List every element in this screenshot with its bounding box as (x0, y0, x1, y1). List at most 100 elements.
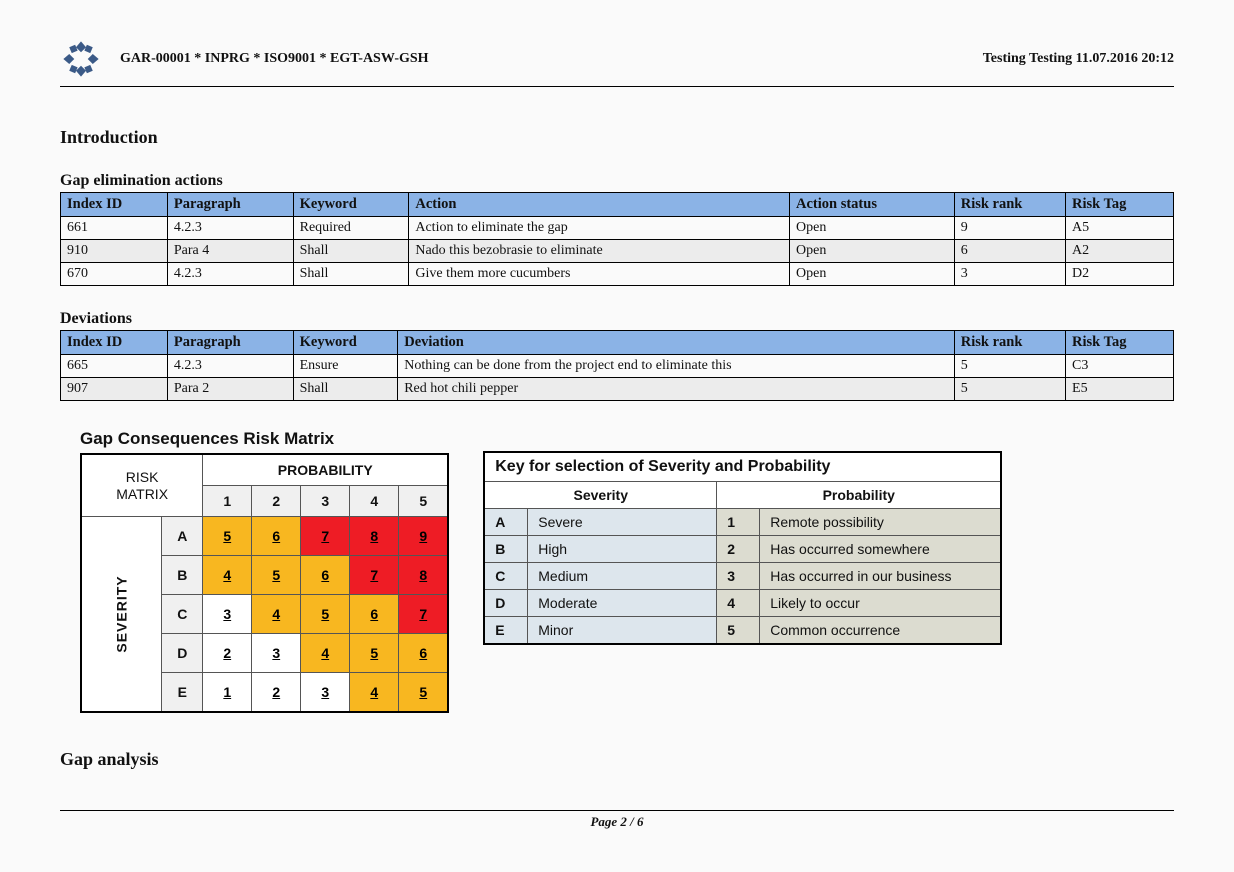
severity-letter: C (484, 563, 528, 590)
table-cell: A2 (1066, 240, 1174, 263)
section-gap-actions: Gap elimination actions (60, 172, 1174, 190)
risk-cell: 8 (350, 517, 399, 556)
severity-column-header: Severity (484, 482, 717, 509)
severity-letter: A (484, 509, 528, 536)
section-gap-analysis: Gap analysis (60, 749, 1174, 770)
column-header: Risk rank (954, 193, 1065, 217)
deviations-table: Index IDParagraphKeywordDeviationRisk ra… (60, 330, 1174, 401)
risk-cell: 4 (203, 556, 252, 595)
column-header: Action (409, 193, 790, 217)
table-cell: 5 (954, 355, 1065, 378)
table-cell: 670 (61, 263, 168, 286)
table-cell: 907 (61, 378, 168, 401)
table-cell: 910 (61, 240, 168, 263)
column-header: Keyword (293, 193, 409, 217)
doc-id-text: GAR-00001 * INPRG * ISO9001 * EGT-ASW-GS… (120, 51, 429, 67)
sev-level-header: A (162, 517, 203, 556)
probability-number: 2 (717, 536, 760, 563)
risk-cell: 5 (203, 517, 252, 556)
key-table: Key for selection of Severity and Probab… (483, 451, 1002, 645)
table-cell: Shall (293, 378, 398, 401)
section-deviations: Deviations (60, 310, 1174, 328)
risk-cell: 2 (203, 634, 252, 673)
table-cell: E5 (1066, 378, 1174, 401)
sev-level-header: C (162, 595, 203, 634)
page-footer: Page 2 / 6 (60, 810, 1174, 830)
key-row: DModerate4Likely to occur (484, 590, 1001, 617)
prob-level-header: 1 (203, 486, 252, 517)
probability-number: 5 (717, 617, 760, 645)
column-header: Paragraph (167, 331, 293, 355)
risk-cell: 2 (252, 673, 301, 713)
table-cell: Para 4 (167, 240, 293, 263)
risk-cell: 7 (301, 517, 350, 556)
table-row: 6654.2.3EnsureNothing can be done from t… (61, 355, 1174, 378)
risk-cell: 5 (301, 595, 350, 634)
risk-cell: 3 (252, 634, 301, 673)
severity-label: Moderate (528, 590, 717, 617)
header-rule (60, 86, 1174, 87)
severity-header: SEVERITY (81, 517, 162, 713)
table-cell: Shall (293, 263, 409, 286)
probability-number: 1 (717, 509, 760, 536)
column-header: Risk rank (954, 331, 1065, 355)
risk-cell: 7 (399, 595, 449, 634)
sev-level-header: E (162, 673, 203, 713)
key-table-block: Key for selection of Severity and Probab… (483, 429, 1002, 645)
risk-cell: 6 (301, 556, 350, 595)
risk-cell: 4 (350, 673, 399, 713)
risk-cell: 3 (301, 673, 350, 713)
table-cell: 6 (954, 240, 1065, 263)
risk-cell: 4 (252, 595, 301, 634)
severity-letter: E (484, 617, 528, 645)
severity-label: Minor (528, 617, 717, 645)
prob-level-header: 5 (399, 486, 449, 517)
table-cell: 4.2.3 (167, 263, 293, 286)
probability-label: Has occurred somewhere (760, 536, 1002, 563)
prob-level-header: 2 (252, 486, 301, 517)
page-header: GAR-00001 * INPRG * ISO9001 * EGT-ASW-GS… (60, 38, 1174, 80)
table-cell: D2 (1066, 263, 1174, 286)
table-cell: Shall (293, 240, 409, 263)
table-cell: 4.2.3 (167, 217, 293, 240)
risk-cell: 5 (350, 634, 399, 673)
key-row: CMedium3Has occurred in our business (484, 563, 1001, 590)
table-cell: Action to eliminate the gap (409, 217, 790, 240)
probability-label: Has occurred in our business (760, 563, 1002, 590)
severity-label: Severe (528, 509, 717, 536)
table-cell: Required (293, 217, 409, 240)
probability-number: 4 (717, 590, 760, 617)
table-cell: A5 (1066, 217, 1174, 240)
column-header: Action status (790, 193, 955, 217)
risk-cell: 9 (399, 517, 449, 556)
sev-level-header: B (162, 556, 203, 595)
risk-cell: 6 (399, 634, 449, 673)
risk-matrix-table: RISK MATRIX PROBABILITY 12345 SEVERITYA5… (80, 453, 449, 713)
column-header: Index ID (61, 193, 168, 217)
table-cell: 4.2.3 (167, 355, 293, 378)
table-row: 910Para 4ShallNado this bezobrasie to el… (61, 240, 1174, 263)
table-cell: Nothing can be done from the project end… (398, 355, 955, 378)
column-header: Keyword (293, 331, 398, 355)
table-cell: C3 (1066, 355, 1174, 378)
risk-matrix-block: Gap Consequences Risk Matrix RISK MATRIX… (80, 429, 449, 713)
severity-letter: D (484, 590, 528, 617)
risk-cell: 3 (203, 595, 252, 634)
gap-actions-table: Index IDParagraphKeywordActionAction sta… (60, 192, 1174, 286)
key-table-title: Key for selection of Severity and Probab… (484, 452, 1001, 482)
risk-matrix-corner-top: RISK (126, 469, 159, 485)
table-cell: Nado this bezobrasie to eliminate (409, 240, 790, 263)
severity-label: Medium (528, 563, 717, 590)
probability-label: Remote possibility (760, 509, 1002, 536)
risk-matrix-corner: RISK MATRIX (81, 454, 203, 517)
risk-cell: 8 (399, 556, 449, 595)
key-row: BHigh2Has occurred somewhere (484, 536, 1001, 563)
table-cell: 3 (954, 263, 1065, 286)
table-row: 6614.2.3RequiredAction to eliminate the … (61, 217, 1174, 240)
column-header: Risk Tag (1066, 193, 1174, 217)
risk-matrix-title: Gap Consequences Risk Matrix (80, 429, 449, 449)
table-row: 907Para 2ShallRed hot chili pepper5E5 (61, 378, 1174, 401)
sev-level-header: D (162, 634, 203, 673)
logo-icon (60, 38, 102, 80)
doc-stamp-text: Testing Testing 11.07.2016 20:12 (983, 51, 1174, 67)
